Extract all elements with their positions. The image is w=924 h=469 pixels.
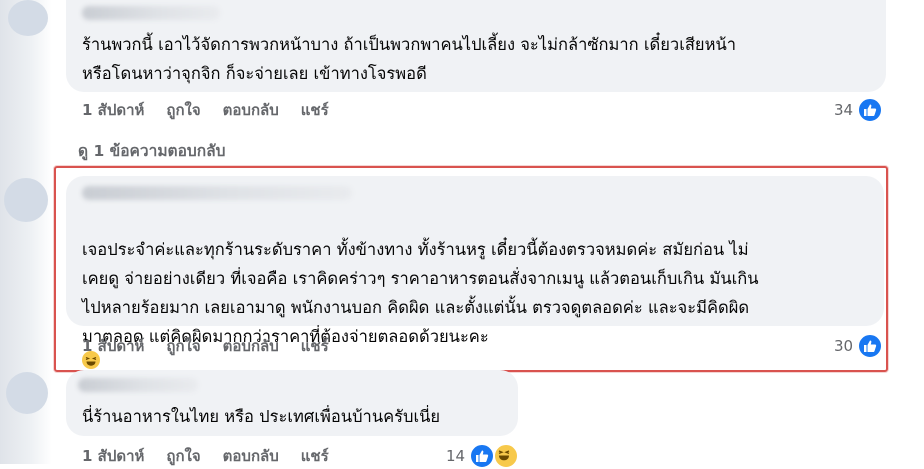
blurred-avatar [6,372,48,414]
blurred-avatar [4,178,48,222]
share-button[interactable]: แชร์ [301,444,329,468]
redacted-author-name [82,6,220,20]
comment-time[interactable]: 1 สัปดาห์ [82,444,144,468]
highlight-box [54,166,888,372]
like-button[interactable]: ถูกใจ [166,444,200,468]
view-more-replies-link[interactable]: ดู 1 ข้อความตอบกลับ [78,138,225,163]
comment-text: ร้านพวกนี้ เอาไว้จัดการพวกหน้าบาง ถ้าเป็… [82,35,736,83]
reaction-count[interactable]: 14 [446,443,520,469]
haha-reaction-icon [493,443,520,469]
reply-button[interactable]: ตอบกลับ [223,98,279,122]
blurred-avatar [8,0,48,36]
reply-button[interactable]: ตอบกลับ [223,444,279,468]
comment-time[interactable]: 1 สัปดาห์ [82,98,144,122]
left-blurred-panel [0,0,52,464]
like-icon [469,443,496,469]
comment-actions: 1 สัปดาห์ ถูกใจ ตอบกลับ แชร์ [82,98,329,122]
like-icon [857,97,884,123]
share-button[interactable]: แชร์ [301,98,329,122]
like-button[interactable]: ถูกใจ [166,98,200,122]
redacted-author-name [78,378,198,392]
reaction-count[interactable]: 34 [834,97,884,123]
comment-text: นี่ร้านอาหารในไทย หรือ ประเทศเพื่อนบ้านค… [82,407,441,426]
comment-actions: 1 สัปดาห์ ถูกใจ ตอบกลับ แชร์ [82,444,329,468]
